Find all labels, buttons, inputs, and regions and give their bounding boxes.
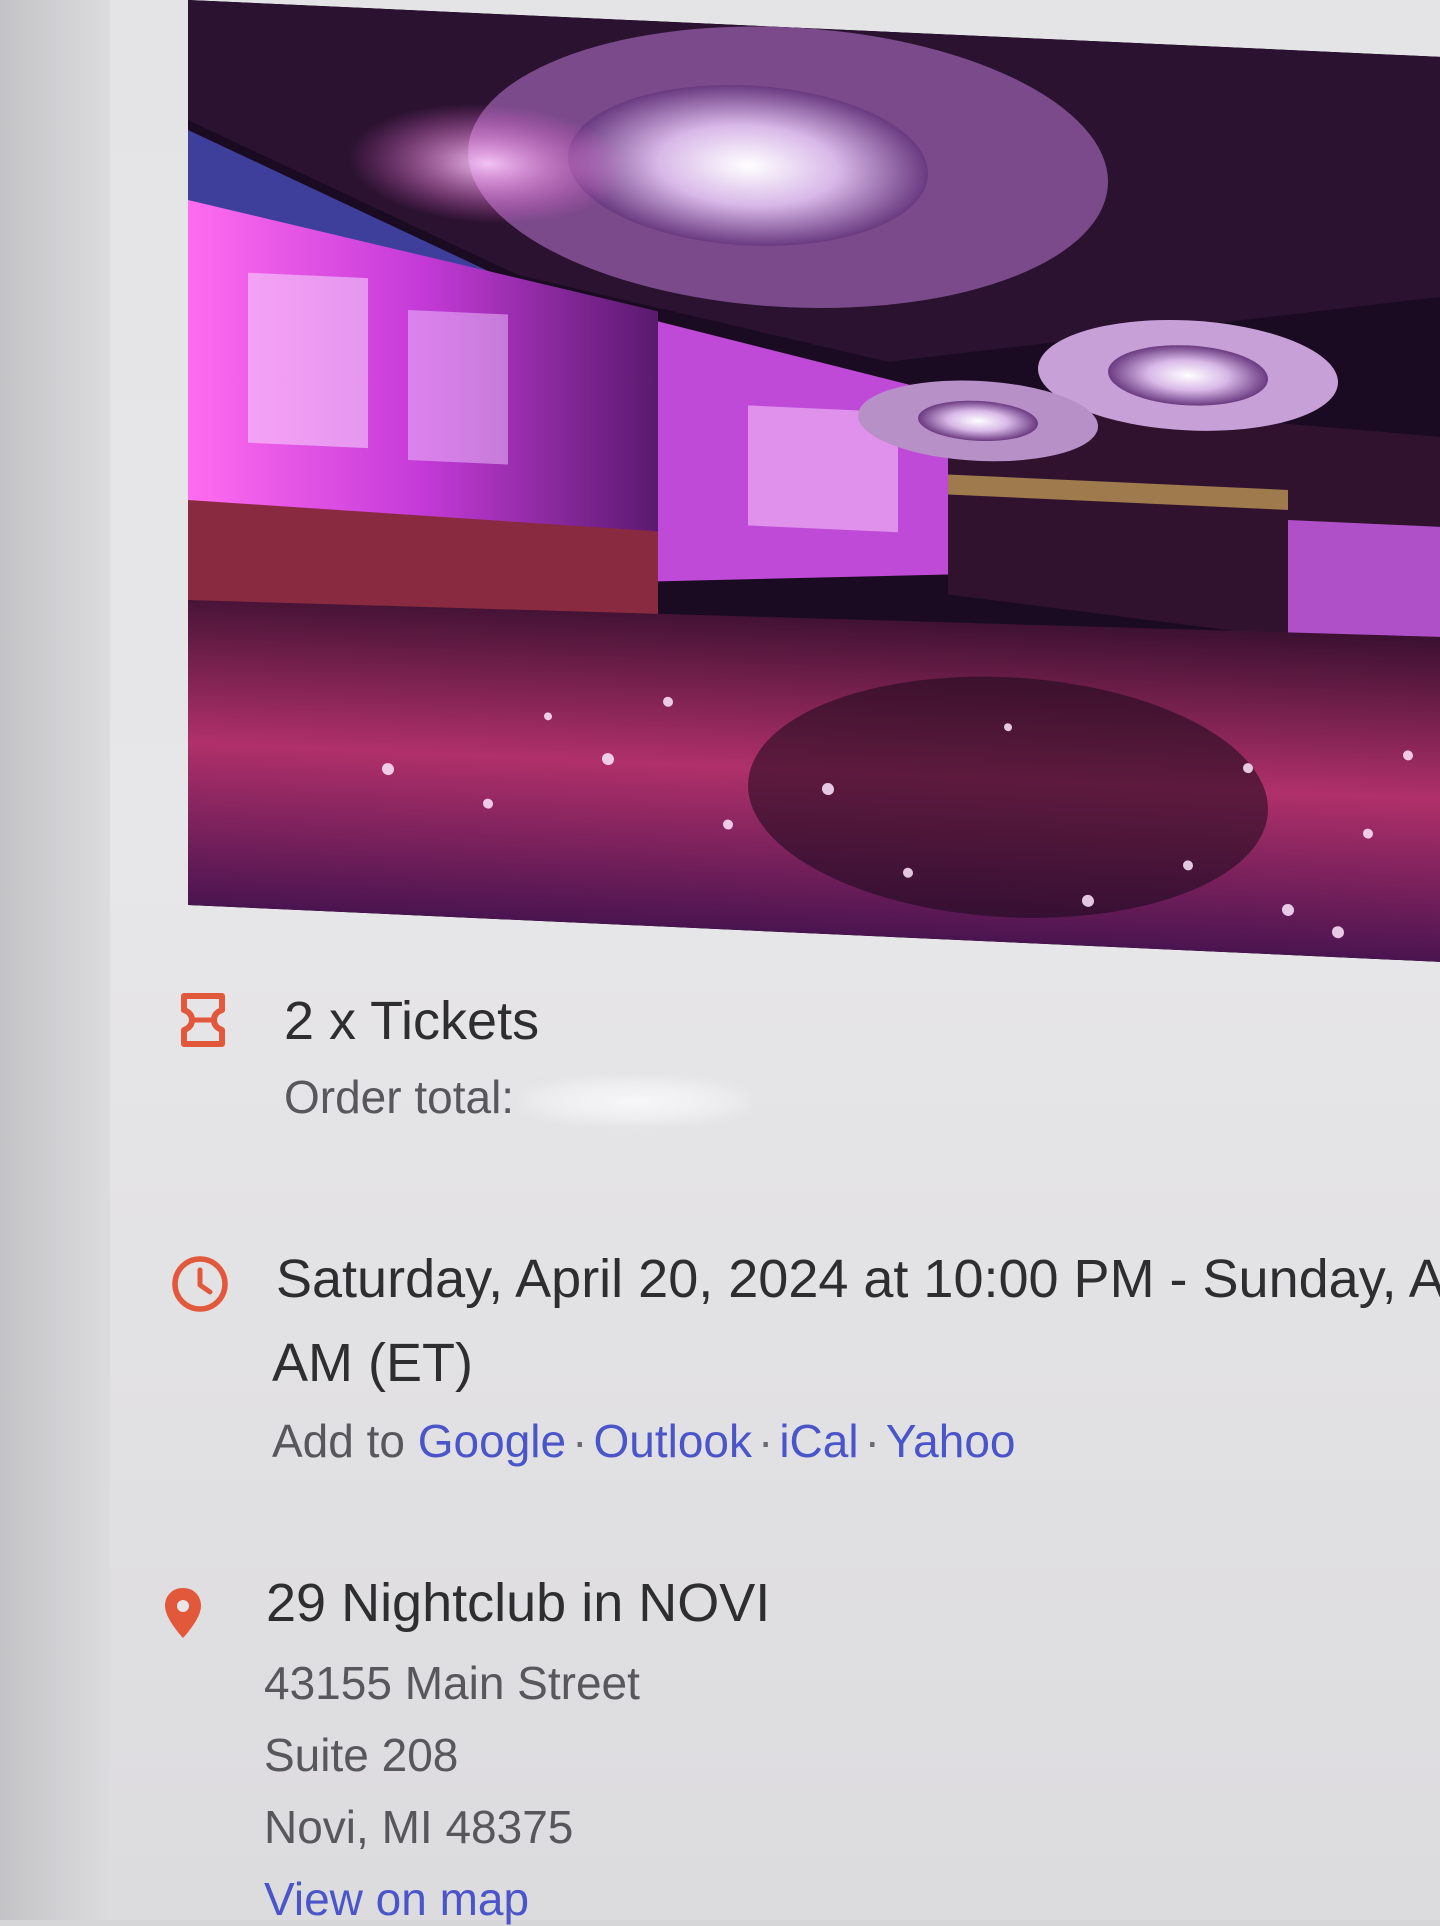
separator-dot: · (864, 1415, 880, 1467)
add-to-ical-link[interactable]: iCal (779, 1415, 858, 1467)
event-order-page: 2 x Tickets Order total: Saturday, April… (110, 0, 1440, 1925)
separator-dot: · (757, 1415, 774, 1467)
add-to-calendar: Add to Google · Outlook · iCal · Yahoo (272, 1414, 1016, 1468)
order-total-redacted-value (520, 1075, 751, 1126)
separator-dot: · (572, 1415, 588, 1467)
add-to-yahoo-link[interactable]: Yahoo (886, 1415, 1016, 1467)
event-datetime-line2: AM (ET) (272, 1333, 473, 1393)
venue-name: 29 Nightclub in NOVI (266, 1573, 771, 1633)
order-total: Order total: (284, 1070, 751, 1126)
venue-street: 43155 Main Street (264, 1657, 640, 1709)
add-to-outlook-link[interactable]: Outlook (593, 1415, 752, 1467)
clock-icon (172, 1256, 228, 1312)
map-pin-icon (165, 1588, 201, 1638)
order-total-label: Order total: (284, 1071, 515, 1123)
venue-suite: Suite 208 (264, 1729, 459, 1781)
ticket-quantity-title: 2 x Tickets (284, 991, 540, 1051)
event-datetime-line1: Saturday, April 20, 2024 at 10:00 PM - S… (276, 1249, 1440, 1309)
ticket-icon (181, 993, 225, 1047)
nightclub-photo (188, 0, 1440, 962)
screen-bezel (0, 0, 110, 1920)
add-to-google-link[interactable]: Google (418, 1415, 566, 1467)
view-on-map-link[interactable]: View on map (264, 1872, 529, 1926)
venue-city: Novi, MI 48375 (264, 1801, 574, 1853)
add-to-label: Add to (272, 1415, 405, 1467)
event-hero-image (188, 0, 1440, 962)
